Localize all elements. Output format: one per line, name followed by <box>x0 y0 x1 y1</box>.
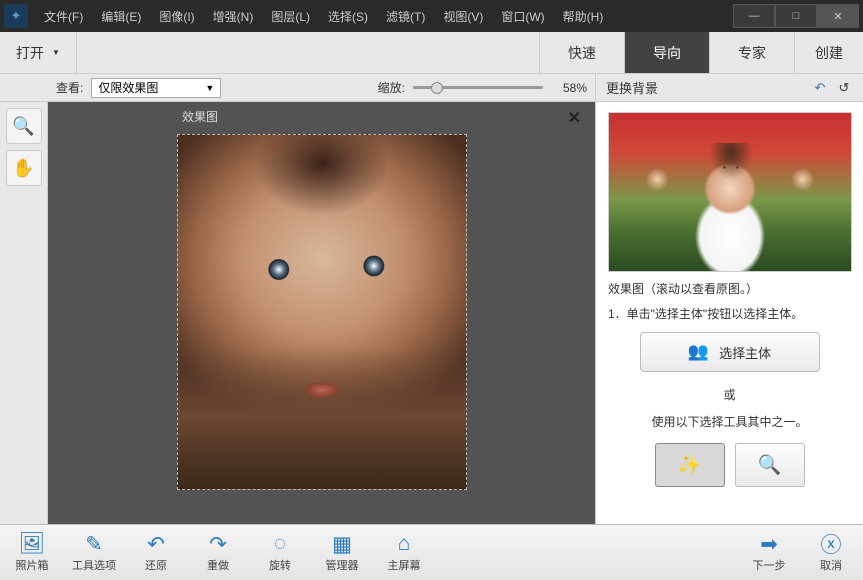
next-button[interactable]: ➡ 下一步 <box>747 532 791 573</box>
alt-tools-text: 使用以下选择工具其中之一。 <box>608 413 851 432</box>
cancel-icon: ⓧ <box>821 532 842 556</box>
hand-tool[interactable]: ✋ <box>6 150 42 186</box>
photo-bin-icon: 🖼 <box>19 532 46 556</box>
app-icon: ✦ <box>4 4 28 28</box>
menu-edit[interactable]: 编辑(E) <box>93 4 149 29</box>
panel-title: 更换背景 <box>606 78 658 97</box>
organizer-button[interactable]: ▦ 管理器 <box>320 532 364 573</box>
step-1-text: 1．单击"选择主体"按钮以选择主体。 <box>608 305 851 324</box>
open-button[interactable]: 打开 ▼ <box>0 32 77 73</box>
view-select[interactable]: 仅限效果图 ▼ <box>91 78 221 98</box>
close-button[interactable]: ✕ <box>817 4 859 28</box>
preview-image[interactable] <box>608 112 852 272</box>
dropdown-icon: ▼ <box>52 48 60 57</box>
organizer-label: 管理器 <box>326 557 359 573</box>
reset-icon[interactable]: ↺ <box>835 79 853 97</box>
zoom-tool[interactable]: 🔍 <box>6 108 42 144</box>
redo-icon: ↷ <box>209 532 227 556</box>
tool-options-icon: ✎ <box>85 532 103 556</box>
tab-expert[interactable]: 专家 <box>709 32 794 73</box>
tab-guided[interactable]: 导向 <box>624 32 709 73</box>
menu-help[interactable]: 帮助(H) <box>555 4 612 29</box>
menu-layer[interactable]: 图层(L) <box>263 4 318 29</box>
rotate-label: 旋转 <box>269 557 291 573</box>
maximize-button[interactable]: □ <box>775 4 817 28</box>
slider-thumb[interactable] <box>431 82 443 94</box>
photo-bin-label: 照片箱 <box>16 557 49 573</box>
zoom-slider[interactable] <box>413 81 543 95</box>
tab-quick[interactable]: 快速 <box>539 32 624 73</box>
menu-file[interactable]: 文件(F) <box>36 4 91 29</box>
options-bar: 查看: 仅限效果图 ▼ 缩放: 58% <box>0 74 595 102</box>
select-subject-label: 选择主体 <box>719 343 771 362</box>
menu-view[interactable]: 视图(V) <box>435 4 491 29</box>
menu-filter[interactable]: 滤镜(T) <box>378 4 433 29</box>
chevron-down-icon: ▼ <box>205 83 214 93</box>
rotate-button[interactable]: ◌ 旋转 <box>258 532 302 573</box>
mode-tabs: 快速 导向 专家 <box>539 32 794 73</box>
menu-image[interactable]: 图像(I) <box>151 4 202 29</box>
open-label: 打开 <box>16 43 44 63</box>
select-subject-button[interactable]: 👥 选择主体 <box>640 332 820 372</box>
canvas-image[interactable] <box>177 134 467 490</box>
arrow-right-icon: ➡ <box>760 532 778 556</box>
home-button[interactable]: ⌂ 主屏幕 <box>382 532 426 573</box>
redo-label: 重做 <box>207 557 229 573</box>
cancel-label: 取消 <box>820 557 842 573</box>
home-label: 主屏幕 <box>388 557 421 573</box>
bottombar: 🖼 照片箱 ✎ 工具选项 ↶ 还原 ↷ 重做 ◌ 旋转 ▦ 管理器 ⌂ 主屏幕 … <box>0 524 863 580</box>
zoom-label: 缩放: <box>378 79 405 96</box>
minimize-button[interactable]: — <box>733 4 775 28</box>
photo-bin-button[interactable]: 🖼 照片箱 <box>10 532 54 573</box>
undo-icon: ↶ <box>147 532 165 556</box>
quick-selection-tool[interactable]: ✨ <box>655 443 725 487</box>
or-text: 或 <box>608 386 851 403</box>
cancel-button[interactable]: ⓧ 取消 <box>809 532 853 573</box>
create-button[interactable]: 创建 <box>794 32 863 73</box>
menu-window[interactable]: 窗口(W) <box>493 4 552 29</box>
menubar: ✦ 文件(F) 编辑(E) 图像(I) 增强(N) 图层(L) 选择(S) 滤镜… <box>0 0 863 32</box>
left-toolbar: 🔍 ✋ <box>0 102 48 524</box>
tool-options-button[interactable]: ✎ 工具选项 <box>72 532 116 573</box>
panel-header: 更换背景 ↶ ↺ <box>595 74 863 102</box>
canvas-close-icon[interactable]: ✕ <box>568 108 581 128</box>
menu-select[interactable]: 选择(S) <box>320 4 376 29</box>
window-controls: — □ ✕ <box>733 4 859 28</box>
next-label: 下一步 <box>753 557 786 573</box>
zoom-value: 58% <box>551 81 587 95</box>
undo-button[interactable]: ↶ 还原 <box>134 532 178 573</box>
tool-picker: ✨ 🔍 <box>608 443 851 487</box>
rotate-icon: ◌ <box>274 532 286 556</box>
menu-enhance[interactable]: 增强(N) <box>205 4 262 29</box>
view-select-value: 仅限效果图 <box>98 79 158 96</box>
organizer-icon: ▦ <box>332 532 352 556</box>
home-icon: ⌂ <box>398 532 411 556</box>
people-icon: 👥 <box>688 342 709 362</box>
modebar: 打开 ▼ 快速 导向 专家 创建 <box>0 32 863 74</box>
canvas-area: 效果图 ✕ <box>48 102 595 524</box>
right-panel: 效果图（滚动以查看原图。） 1．单击"选择主体"按钮以选择主体。 👥 选择主体 … <box>595 102 863 524</box>
canvas-title: 效果图 <box>182 108 218 128</box>
preview-caption: 效果图（滚动以查看原图。） <box>608 280 851 299</box>
content: 🔍 ✋ 效果图 ✕ 效果图（滚动以查看原图。） 1．单击"选择主体"按钮以选择主… <box>0 102 863 524</box>
redo-button[interactable]: ↷ 重做 <box>196 532 240 573</box>
view-label: 查看: <box>56 79 83 96</box>
selection-brush-tool[interactable]: 🔍 <box>735 443 805 487</box>
undo-label: 还原 <box>145 557 167 573</box>
tool-options-label: 工具选项 <box>72 557 116 573</box>
undo-icon[interactable]: ↶ <box>811 79 829 97</box>
